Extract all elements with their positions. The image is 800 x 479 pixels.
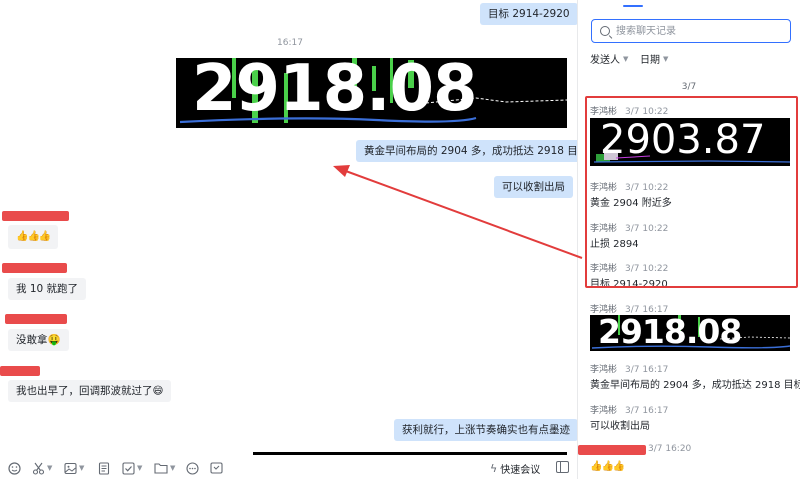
filter-date-dropdown[interactable]: 日期 ▼ <box>640 51 669 67</box>
history-item-meta: 3/7 16:20 <box>648 444 691 454</box>
message-bubble-incoming[interactable]: 我也出早了，回调那波就过了😄 <box>8 380 172 402</box>
chevron-down-icon: ▼ <box>170 464 176 472</box>
message-bubble-incoming[interactable]: 我 10 就跑了 <box>8 278 87 300</box>
image-preview-edge <box>253 452 567 455</box>
chevron-down-icon: ▼ <box>79 464 85 472</box>
history-search-input[interactable] <box>616 23 786 39</box>
chevron-down-icon: ▼ <box>47 464 53 472</box>
chat-pane: 目标 2914-2920 16:17 2918.08 黄金早间布局的 2904 … <box>0 0 577 479</box>
message-text: 我也出早了，回调那波就过了😄 <box>16 385 164 397</box>
message-bubble-outgoing[interactable]: 目标 2914-2920 <box>480 3 577 25</box>
history-item-meta: 李鸿彬 3/7 16:17 <box>590 302 668 315</box>
message-text: 可以收割出局 <box>502 181 565 193</box>
history-item-text: 黄金早间布局的 2904 多，成功抵达 2918 目标 <box>590 380 800 391</box>
price-chart-image[interactable]: 2918.08 <box>176 58 567 128</box>
history-item-text: 可以收割出局 <box>590 421 650 432</box>
redacted-sender-name <box>578 445 646 455</box>
message-bubble-incoming[interactable]: 👍👍👍 <box>8 225 59 249</box>
quick-meeting-button[interactable]: ϟ 快速会议 <box>490 460 540 476</box>
thumbs-up-emoji: 👍👍👍 <box>590 461 625 472</box>
filter-date-label: 日期 <box>640 55 660 66</box>
redacted-sender-name <box>2 211 69 221</box>
price-value: 2918.08 <box>598 315 742 351</box>
filter-sender-dropdown[interactable]: 发送人 ▼ <box>590 51 629 67</box>
message-text: 黄金早间布局的 2904 多，成功抵达 2918 目标 <box>364 145 577 157</box>
active-tab-indicator <box>623 5 643 7</box>
smile-icon[interactable] <box>8 460 21 476</box>
history-item-meta: 李鸿彬 3/7 16:17 <box>590 403 668 416</box>
sidebar-toggle-icon[interactable] <box>556 461 569 473</box>
history-item-meta: 李鸿彬 3/7 16:17 <box>590 362 668 375</box>
folder-icon[interactable]: ▼ <box>154 460 175 476</box>
lightning-icon: ϟ <box>490 461 498 475</box>
message-bubble-outgoing[interactable]: 获利就行，上涨节奏确实也有点墨迹 <box>394 419 577 441</box>
chat-history-pane: 发送人 ▼ 日期 ▼ 3/7 李鸿彬3/7 10:22 2903.87 李鸿彬3… <box>578 0 800 479</box>
message-text: 目标 2914-2920 <box>488 8 570 20</box>
annotation-highlight-box <box>585 96 798 288</box>
checkbox-icon[interactable]: ▼ <box>122 460 142 476</box>
scissors-icon[interactable]: ▼ <box>32 460 52 476</box>
history-price-image[interactable]: 2918.08 <box>590 315 790 351</box>
message-bubble-outgoing[interactable]: 可以收割出局 <box>494 176 573 198</box>
more-icon[interactable] <box>186 460 199 476</box>
message-text: 我 10 就跑了 <box>16 283 79 295</box>
redacted-sender-name <box>0 366 40 376</box>
message-timestamp: 16:17 <box>277 38 303 48</box>
message-bubble-outgoing[interactable]: 黄金早间布局的 2904 多，成功抵达 2918 目标 <box>356 140 577 162</box>
chevron-down-icon: ▼ <box>623 54 629 63</box>
message-text: 获利就行，上涨节奏确实也有点墨迹 <box>402 424 570 436</box>
quick-meeting-label: 快速会议 <box>500 464 541 476</box>
message-text: 没敢拿🤑 <box>16 334 61 346</box>
message-time: 3/7 16:17 <box>625 406 669 416</box>
price-value: 2918.08 <box>192 58 477 126</box>
redacted-sender-name <box>5 314 67 324</box>
message-time: 3/7 16:17 <box>625 305 669 315</box>
message-time: 3/7 16:17 <box>625 365 669 375</box>
date-separator: 3/7 <box>681 82 697 92</box>
thumbs-up-emoji: 👍👍👍 <box>16 231 51 242</box>
search-icon <box>600 26 610 36</box>
redacted-sender-name <box>2 263 67 273</box>
history-search-box[interactable] <box>591 19 791 43</box>
message-time: 3/7 16:20 <box>648 444 692 454</box>
chevron-down-icon: ▼ <box>663 54 669 63</box>
sender-name: 李鸿彬 <box>590 365 618 375</box>
sender-name: 李鸿彬 <box>590 406 618 416</box>
input-toolbar: ▼ ▼ ▼ ▼ ϟ 快速会议 <box>0 456 577 479</box>
sender-name: 李鸿彬 <box>590 305 618 315</box>
chevron-down-icon: ▼ <box>137 464 143 472</box>
doc-icon[interactable] <box>98 460 110 476</box>
screen-icon[interactable] <box>210 460 223 476</box>
image-icon[interactable]: ▼ <box>64 460 84 476</box>
message-bubble-incoming[interactable]: 没敢拿🤑 <box>8 329 69 351</box>
filter-sender-label: 发送人 <box>590 55 620 66</box>
